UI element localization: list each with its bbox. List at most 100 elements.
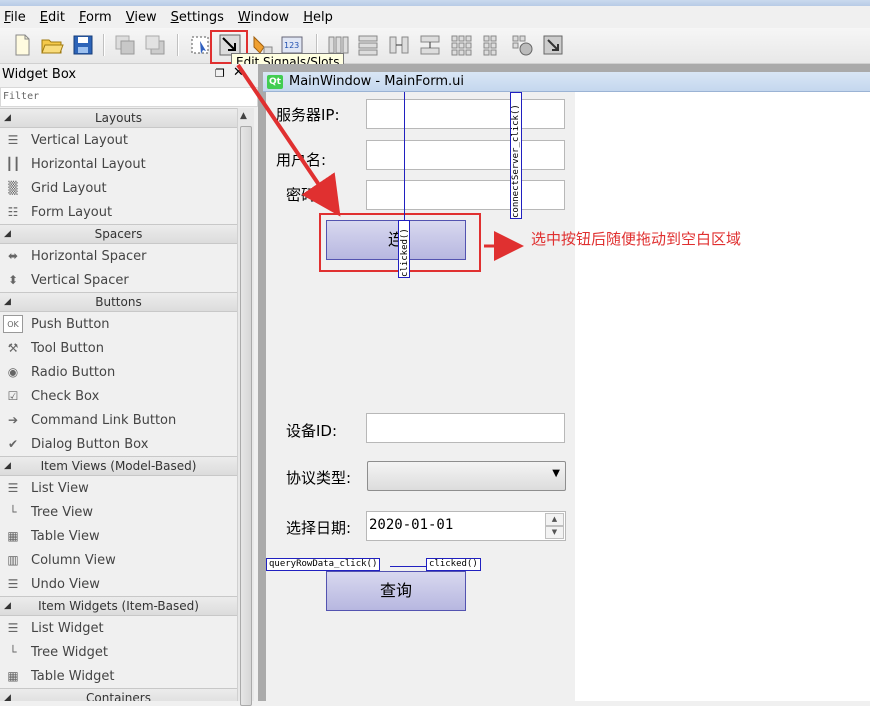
protocol-type-combo[interactable]: ▼ xyxy=(367,461,566,491)
widget-item[interactable]: ▦ Table Widget xyxy=(0,664,237,688)
toolbar: 123 xyxy=(0,28,870,64)
tree-view-icon: └ xyxy=(9,505,17,519)
widget-item[interactable]: ☰ Undo View xyxy=(0,572,237,596)
list-view-icon: ☰ xyxy=(7,481,19,495)
undo-view-icon: ☰ xyxy=(7,577,19,591)
send-to-back-icon[interactable] xyxy=(113,33,137,57)
menu-file[interactable]: File xyxy=(4,10,26,25)
spin-down-button[interactable]: ▼ xyxy=(545,526,564,539)
date-value: 2020-01-01 xyxy=(369,517,454,533)
widget-item-label: Table View xyxy=(31,528,100,544)
category-label: Spacers xyxy=(94,227,143,241)
connect-slot-label: connectServer_click() xyxy=(510,92,522,219)
category-label: Containers xyxy=(86,691,151,701)
expand-triangle-icon: ◢ xyxy=(4,113,11,123)
filter-input[interactable]: Filter xyxy=(0,87,258,107)
protocol-type-label: 协议类型: xyxy=(286,469,352,487)
lay-out-horizontal-splitter-icon[interactable] xyxy=(387,33,411,57)
password-label: 密码: xyxy=(286,186,322,204)
lay-out-grid-icon[interactable] xyxy=(449,33,473,57)
widget-item[interactable]: ☷ Form Layout xyxy=(0,200,237,224)
command-link-icon: ➔ xyxy=(7,413,19,427)
select-date-label: 选择日期: xyxy=(286,519,352,537)
annotation-text: 选中按钮后随便拖动到空白区域 xyxy=(531,230,742,248)
widget-item-label: Horizontal Spacer xyxy=(31,248,147,264)
form-window-title: MainWindow - MainForm.ui xyxy=(289,74,465,89)
lay-out-vertically-icon[interactable] xyxy=(356,33,380,57)
server-ip-input[interactable] xyxy=(366,99,565,129)
username-input[interactable] xyxy=(366,140,565,170)
widget-item[interactable]: ⬌ Horizontal Spacer xyxy=(0,244,237,268)
widget-item[interactable]: ┃┃ Horizontal Layout xyxy=(0,152,237,176)
widget-item[interactable]: ▥ Column View xyxy=(0,548,237,572)
widget-item[interactable]: ➔ Command Link Button xyxy=(0,408,237,432)
scroll-up-icon[interactable]: ▲ xyxy=(240,111,247,121)
widget-box-scrollbar[interactable]: ▲ xyxy=(237,108,254,706)
float-panel-icon[interactable]: ❐ xyxy=(215,67,225,80)
widget-item[interactable]: ▒ Grid Layout xyxy=(0,176,237,200)
tool-button-icon: ⚒ xyxy=(7,341,19,355)
widget-item-label: Tool Button xyxy=(31,340,104,356)
menu-form[interactable]: Form xyxy=(79,10,112,25)
close-icon[interactable]: ✕ xyxy=(233,65,244,80)
break-layout-icon[interactable] xyxy=(510,33,534,57)
lay-out-form-icon[interactable] xyxy=(479,33,503,57)
check-box-icon: ☑ xyxy=(7,389,19,403)
widget-item[interactable]: ◉ Radio Button xyxy=(0,360,237,384)
category-header[interactable]: ◢ Spacers xyxy=(0,224,237,244)
spin-up-button[interactable]: ▲ xyxy=(545,513,564,526)
widget-item[interactable]: ⚒ Tool Button xyxy=(0,336,237,360)
menu-window[interactable]: Window xyxy=(238,10,289,25)
scrollbar-thumb[interactable] xyxy=(240,126,252,706)
bring-to-front-icon[interactable] xyxy=(143,33,167,57)
form-layout-icon: ☷ xyxy=(7,205,19,219)
tree-widget-icon: └ xyxy=(9,645,17,659)
widget-item[interactable]: ⬍ Vertical Spacer xyxy=(0,268,237,292)
menu-edit[interactable]: Edit xyxy=(40,10,65,25)
widget-item-label: Tree Widget xyxy=(31,644,108,660)
widget-item[interactable]: └ Tree Widget xyxy=(0,640,237,664)
menu-settings[interactable]: Settings xyxy=(171,10,224,25)
widget-item[interactable]: ☰ Vertical Layout xyxy=(0,128,237,152)
expand-triangle-icon: ◢ xyxy=(4,297,11,307)
widget-item[interactable]: ▦ Table View xyxy=(0,524,237,548)
table-widget-icon: ▦ xyxy=(7,669,19,683)
chevron-down-icon: ▼ xyxy=(552,468,560,479)
dialog-button-box-icon: ✔ xyxy=(7,437,19,451)
new-file-icon[interactable] xyxy=(10,33,34,57)
widget-item[interactable]: └ Tree View xyxy=(0,500,237,524)
date-edit[interactable]: 2020-01-01 ▲ ▼ xyxy=(366,511,566,541)
category-header[interactable]: ◢ Layouts xyxy=(0,108,237,128)
widget-item-label: List View xyxy=(31,480,89,496)
menu-view[interactable]: View xyxy=(126,10,157,25)
widget-item-label: Command Link Button xyxy=(31,412,177,428)
expand-triangle-icon: ◢ xyxy=(4,693,11,701)
save-icon[interactable] xyxy=(71,33,95,57)
widget-item[interactable]: ☰ List View xyxy=(0,476,237,500)
widget-item[interactable]: ☑ Check Box xyxy=(0,384,237,408)
connect-signal-label: clicked() xyxy=(398,220,410,278)
category-header[interactable]: ◢ Item Widgets (Item-Based) xyxy=(0,596,237,616)
device-id-input[interactable] xyxy=(366,413,565,443)
edit-widgets-icon[interactable] xyxy=(188,33,212,57)
query-button[interactable]: 查询 xyxy=(326,571,466,611)
expand-triangle-icon: ◢ xyxy=(4,229,11,239)
grid-layout-icon: ▒ xyxy=(8,181,18,195)
svg-text:123: 123 xyxy=(284,41,299,50)
lay-out-vertical-splitter-icon[interactable] xyxy=(418,33,442,57)
horizontal-spacer-icon: ⬌ xyxy=(7,249,19,263)
widget-item[interactable]: ☰ List Widget xyxy=(0,616,237,640)
device-id-label: 设备ID: xyxy=(286,422,338,440)
password-input[interactable] xyxy=(366,180,565,210)
menu-help[interactable]: Help xyxy=(303,10,333,25)
category-header[interactable]: ◢ Containers xyxy=(0,688,237,701)
username-label: 用户名: xyxy=(276,151,327,169)
widget-item[interactable]: OK Push Button xyxy=(0,312,237,336)
widget-item-label: Vertical Layout xyxy=(31,132,128,148)
adjust-size-icon[interactable] xyxy=(541,33,565,57)
open-folder-icon[interactable] xyxy=(40,33,64,57)
widget-item[interactable]: ✔ Dialog Button Box xyxy=(0,432,237,456)
widget-item-label: Form Layout xyxy=(31,204,113,220)
category-header[interactable]: ◢ Buttons xyxy=(0,292,237,312)
category-header[interactable]: ◢ Item Views (Model-Based) xyxy=(0,456,237,476)
